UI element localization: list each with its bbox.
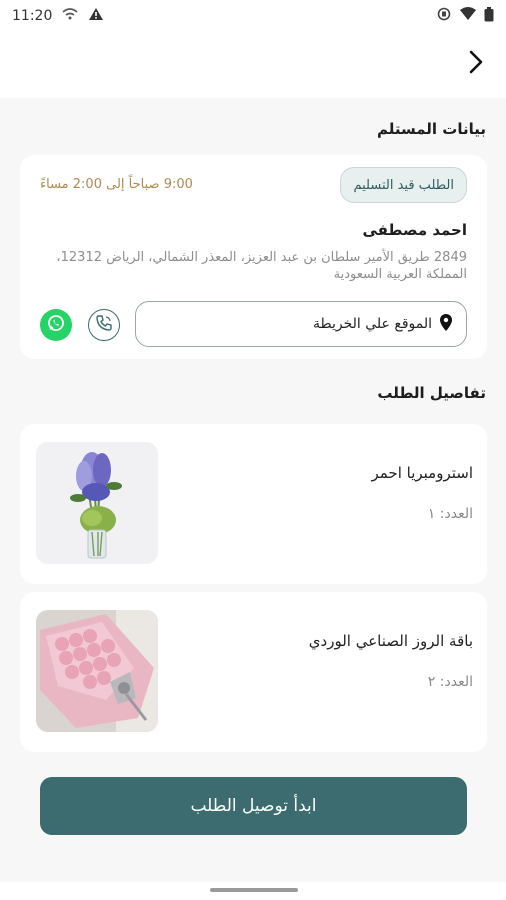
warning-icon bbox=[88, 7, 104, 25]
product-quantity: العدد: ١ bbox=[427, 506, 473, 522]
battery-icon bbox=[484, 6, 494, 26]
map-location-button[interactable]: الموقع علي الخريطة bbox=[135, 301, 467, 347]
product-card[interactable]: استرومبريا احمر العدد: ١ bbox=[20, 424, 487, 584]
product-name: استرومبريا احمر bbox=[371, 464, 473, 482]
wifi-off-icon bbox=[62, 7, 78, 25]
gesture-nav-handle[interactable] bbox=[210, 888, 298, 892]
order-details-section-title: تفاصيل الطلب bbox=[377, 384, 486, 402]
start-delivery-button[interactable]: ابدأ توصيل الطلب bbox=[40, 777, 467, 835]
app-bar bbox=[0, 32, 506, 98]
clock: 11:20 bbox=[12, 8, 53, 24]
back-button[interactable] bbox=[464, 50, 488, 78]
phone-icon bbox=[95, 314, 113, 336]
location-pin-icon bbox=[440, 313, 452, 335]
vibrate-icon bbox=[436, 7, 452, 25]
wifi-icon bbox=[460, 7, 476, 25]
chevron-right-icon bbox=[468, 50, 484, 78]
product-card[interactable]: باقة الروز الصناعي الوردي العدد: ٢ bbox=[20, 592, 487, 752]
status-bar: 11:20 bbox=[0, 0, 506, 32]
product-image bbox=[36, 610, 158, 732]
product-image bbox=[36, 442, 158, 564]
whatsapp-button[interactable] bbox=[40, 309, 72, 341]
recipient-section-title: بيانات المستلم bbox=[376, 120, 486, 138]
recipient-address: 2849 طريق الأمير سلطان بن عبد العزيز، ال… bbox=[56, 250, 467, 282]
recipient-card: الطلب قيد التسليم 9:00 صباحاً إلى 2:00 م… bbox=[20, 155, 487, 359]
start-delivery-label: ابدأ توصيل الطلب bbox=[190, 796, 317, 816]
call-button[interactable] bbox=[88, 309, 120, 341]
delivery-time-window: 9:00 صباحاً إلى 2:00 مساءً bbox=[40, 177, 193, 192]
page-content: بيانات المستلم الطلب قيد التسليم 9:00 صب… bbox=[0, 98, 506, 882]
recipient-name: احمد مصطفى bbox=[362, 221, 467, 239]
product-quantity: العدد: ٢ bbox=[427, 674, 473, 690]
map-location-label: الموقع علي الخريطة bbox=[313, 316, 432, 332]
whatsapp-icon bbox=[46, 313, 66, 337]
order-status-badge: الطلب قيد التسليم bbox=[340, 167, 467, 203]
product-name: باقة الروز الصناعي الوردي bbox=[308, 632, 473, 650]
order-status-label: الطلب قيد التسليم bbox=[353, 177, 454, 193]
